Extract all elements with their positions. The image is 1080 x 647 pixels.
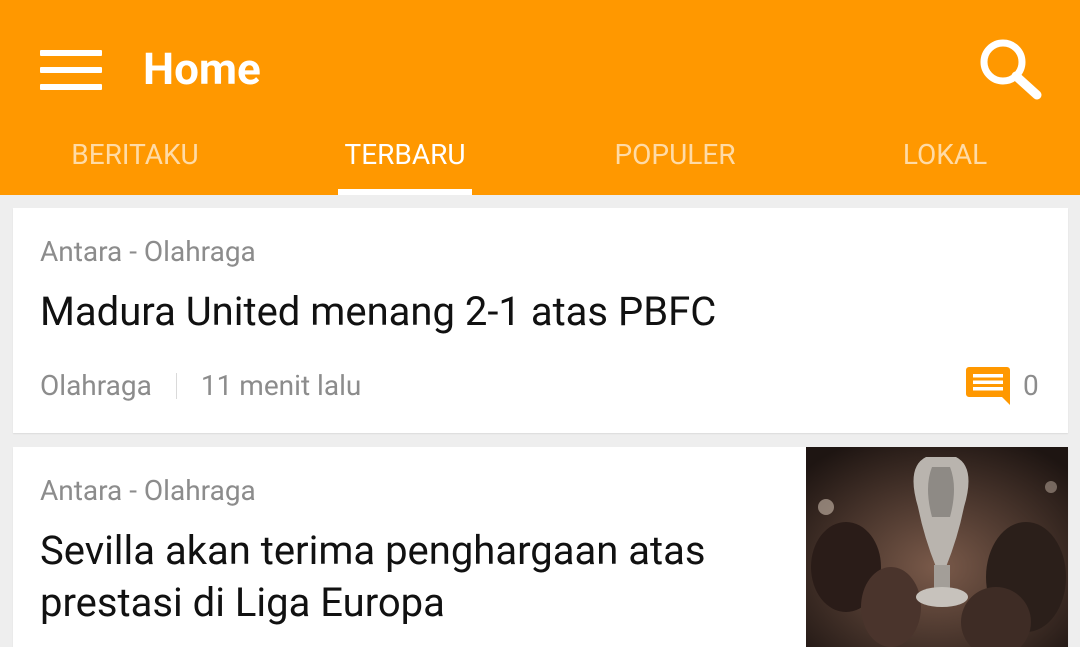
- tab-beritaku[interactable]: BERITAKU: [0, 125, 270, 195]
- app-bar: Home BERITAKU TERBARU POPULER LOKAL: [0, 0, 1080, 195]
- article-time: 11 menit lalu: [200, 369, 362, 402]
- tab-label: TERBARU: [344, 138, 466, 171]
- news-card[interactable]: Antara - Olahraga Madura United menang 2…: [13, 208, 1068, 433]
- tab-terbaru[interactable]: TERBARU: [270, 125, 540, 195]
- article-meta: Olahraga 11 menit lalu: [40, 368, 361, 404]
- news-card[interactable]: Antara - Olahraga Sevilla akan terima pe…: [13, 447, 1068, 647]
- article-title[interactable]: Madura United menang 2-1 atas PBFC: [40, 286, 716, 338]
- tab-lokal[interactable]: LOKAL: [810, 125, 1080, 195]
- search-icon[interactable]: [975, 38, 1045, 100]
- tab-bar: BERITAKU TERBARU POPULER LOKAL: [0, 125, 1080, 195]
- article-source: Antara - Olahraga: [40, 235, 256, 268]
- comment-icon[interactable]: [966, 367, 1010, 405]
- article-title[interactable]: Sevilla akan terima penghargaan atas pre…: [40, 525, 780, 629]
- menu-icon[interactable]: [40, 50, 102, 90]
- comment-count: 0: [1023, 369, 1039, 402]
- trophy-celebration-photo: [806, 447, 1068, 647]
- article-thumbnail[interactable]: [806, 447, 1068, 647]
- tab-label: LOKAL: [902, 138, 988, 171]
- article-category: Olahraga: [40, 369, 152, 402]
- tab-label: POPULER: [614, 138, 736, 171]
- tab-populer[interactable]: POPULER: [540, 125, 810, 195]
- article-source: Antara - Olahraga: [40, 474, 256, 507]
- meta-divider: [175, 373, 177, 399]
- tab-label: BERITAKU: [71, 138, 199, 171]
- page-title: Home: [143, 43, 261, 95]
- active-tab-indicator: [338, 189, 472, 195]
